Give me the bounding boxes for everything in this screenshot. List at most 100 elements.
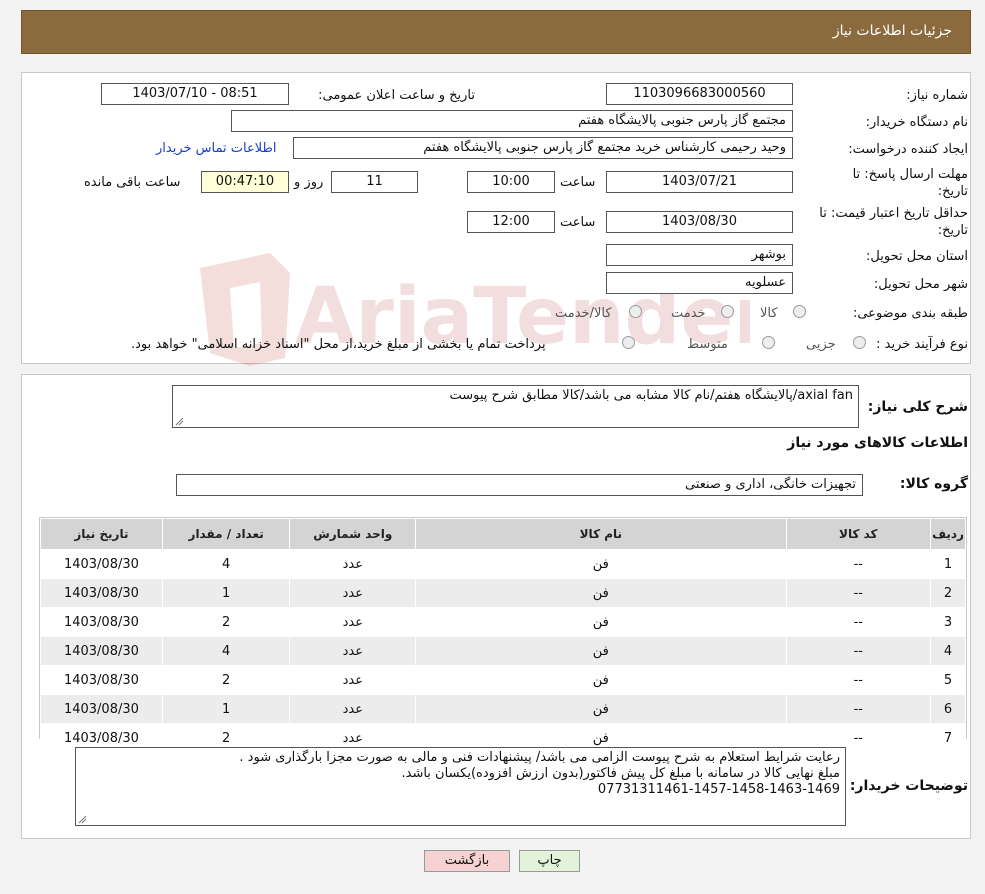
buyer-notes-field: رعایت شرایط استعلام به شرح پیوست الزامی …: [75, 747, 846, 826]
cell-row: 2: [930, 578, 966, 608]
cell-code: --: [785, 665, 932, 695]
table-row: 4 -- فن عدد 4 1403/08/30: [40, 636, 966, 666]
page-title: جزئیات اطلاعات نیاز: [832, 23, 952, 39]
goods-group-field: تجهیزات خانگی، اداری و صنعتی: [176, 474, 863, 496]
cell-code: --: [785, 578, 932, 608]
cell-row: 7: [930, 723, 966, 753]
cell-date: 1403/08/30: [40, 578, 163, 608]
category-label: طبقه بندی موضوعی:: [852, 306, 968, 321]
col-header-qty: تعداد / مقدار: [161, 518, 291, 550]
process-radio-minor[interactable]: [853, 336, 866, 349]
validity-time-field: 12:00: [467, 211, 555, 233]
process-option-minor: جزیی: [806, 337, 836, 352]
cell-unit: عدد: [289, 665, 417, 695]
category-option-goods: کالا: [760, 306, 778, 321]
cell-date: 1403/08/30: [40, 607, 163, 637]
announce-label: تاریخ و ساعت اعلان عمومی:: [318, 88, 475, 103]
announce-field: 1403/07/10 - 08:51: [101, 83, 289, 105]
city-label: شهر محل تحویل:: [873, 277, 968, 292]
process-note: پرداخت تمام یا بخشی از مبلغ خرید،از محل …: [131, 337, 546, 352]
cell-row: 5: [930, 665, 966, 695]
cell-code: --: [785, 636, 932, 666]
category-radio-goods-service[interactable]: [629, 305, 642, 318]
cell-code: --: [785, 607, 932, 637]
contact-buyer-link[interactable]: اطلاعات تماس خریدار: [156, 141, 276, 156]
table-row: 2 -- فن عدد 1 1403/08/30: [40, 578, 966, 608]
need-number-label: شماره نیاز:: [906, 88, 968, 103]
cell-qty: 2: [161, 607, 291, 637]
province-field: بوشهر: [606, 244, 793, 266]
description-label: شرح کلی نیاز:: [867, 399, 968, 415]
col-header-date: تاریخ نیاز: [40, 518, 163, 550]
cell-row: 1: [930, 549, 966, 579]
deadline-label-2: تاریخ:: [937, 184, 968, 199]
goods-table: ردیف کد کالا نام کالا واحد شمارش تعداد /…: [40, 518, 966, 753]
cell-unit: عدد: [289, 607, 417, 637]
table-header-row: ردیف کد کالا نام کالا واحد شمارش تعداد /…: [40, 518, 966, 550]
deadline-label: مهلت ارسال پاسخ: تا: [852, 167, 968, 182]
cell-date: 1403/08/30: [40, 549, 163, 579]
resize-grip-icon[interactable]: [175, 417, 184, 426]
description-field: axial fan/پالایشگاه هفتم/نام کالا مشابه …: [172, 385, 859, 428]
deadline-time-field: 10:00: [467, 171, 555, 193]
goods-group-label: گروه کالا:: [899, 476, 968, 492]
validity-time-label: ساعت: [560, 215, 596, 230]
cell-qty: 4: [161, 636, 291, 666]
remaining-time-field: 00:47:10: [201, 171, 289, 193]
print-button[interactable]: چاپ: [519, 850, 580, 872]
cell-date: 1403/08/30: [40, 636, 163, 666]
province-label: استان محل تحویل:: [866, 249, 968, 264]
validity-label-2: تاریخ:: [937, 223, 968, 238]
validity-label: حداقل تاریخ اعتبار قیمت: تا: [819, 206, 968, 221]
cell-qty: 4: [161, 549, 291, 579]
col-header-name: نام کالا: [415, 518, 787, 550]
goods-section-title: اطلاعات کالاهای مورد نیاز: [787, 435, 968, 451]
cell-name: فن: [415, 665, 787, 695]
buyer-org-field: مجتمع گاز پارس جنوبی پالایشگاه هفتم: [231, 110, 793, 132]
buyer-notes-label: توضیحات خریدار:: [849, 778, 968, 794]
table-row: 6 -- فن عدد 1 1403/08/30: [40, 694, 966, 724]
table-row: 5 -- فن عدد 2 1403/08/30: [40, 665, 966, 695]
table-row: 1 -- فن عدد 4 1403/08/30: [40, 549, 966, 579]
buyer-org-label: نام دستگاه خریدار:: [865, 115, 968, 130]
cell-name: فن: [415, 549, 787, 579]
resize-grip-icon[interactable]: [78, 815, 87, 824]
process-label: نوع فرآیند خرید :: [876, 337, 968, 352]
cell-unit: عدد: [289, 578, 417, 608]
cell-name: فن: [415, 694, 787, 724]
cell-unit: عدد: [289, 694, 417, 724]
cell-row: 4: [930, 636, 966, 666]
treasury-checkbox[interactable]: [622, 336, 635, 349]
page-header: جزئیات اطلاعات نیاز: [21, 10, 971, 54]
validity-date-field: 1403/08/30: [606, 211, 793, 233]
remaining-label: ساعت باقی مانده: [84, 175, 181, 190]
process-option-medium: متوسط: [687, 337, 728, 352]
city-field: عسلویه: [606, 272, 793, 294]
cell-date: 1403/08/30: [40, 694, 163, 724]
col-header-row: ردیف: [930, 518, 966, 550]
cell-name: فن: [415, 578, 787, 608]
table-row: 3 -- فن عدد 2 1403/08/30: [40, 607, 966, 637]
cell-qty: 1: [161, 694, 291, 724]
col-header-code: کد کالا: [785, 518, 932, 550]
goods-table-wrapper: ردیف کد کالا نام کالا واحد شمارش تعداد /…: [39, 517, 967, 753]
cell-code: --: [785, 694, 932, 724]
cell-name: فن: [415, 636, 787, 666]
category-radio-service[interactable]: [721, 305, 734, 318]
deadline-date-field: 1403/07/21: [606, 171, 793, 193]
col-header-unit: واحد شمارش: [289, 518, 417, 550]
category-radio-goods[interactable]: [793, 305, 806, 318]
cell-unit: عدد: [289, 549, 417, 579]
back-button[interactable]: بازگشت: [424, 850, 510, 872]
cell-name: فن: [415, 607, 787, 637]
cell-qty: 1: [161, 578, 291, 608]
buyer-notes-line: مبلغ نهایی کالا در سامانه با مبلغ کل پیش…: [401, 766, 841, 781]
cell-row: 3: [930, 607, 966, 637]
process-radio-medium[interactable]: [762, 336, 775, 349]
category-option-service: خدمت: [671, 306, 706, 321]
buyer-notes-line: 07731311461-1457-1458-1463-1469: [597, 782, 840, 797]
cell-code: --: [785, 549, 932, 579]
category-option-goods-service: کالا/خدمت: [555, 306, 612, 321]
cell-date: 1403/08/30: [40, 665, 163, 695]
buyer-notes-line: رعایت شرایط استعلام به شرح پیوست الزامی …: [239, 750, 840, 765]
